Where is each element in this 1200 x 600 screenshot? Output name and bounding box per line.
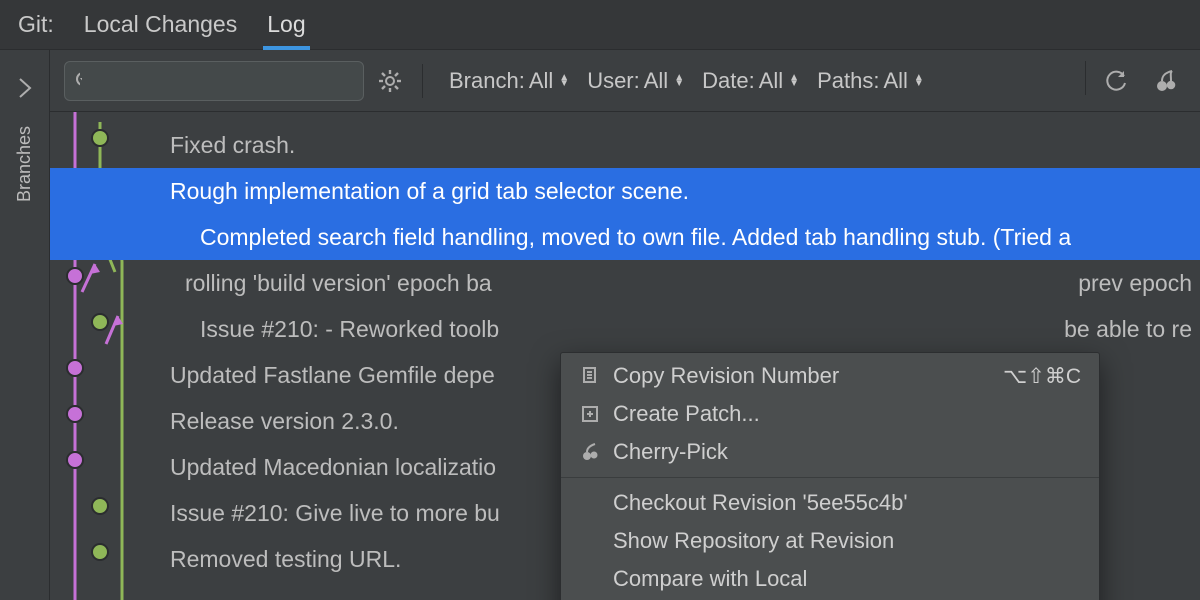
date-filter-label: Date: — [702, 68, 755, 94]
patch-icon — [579, 405, 601, 423]
vcs-tabs: Git: Local Changes Log — [0, 0, 1200, 50]
date-filter[interactable]: Date: All ▲▼ — [702, 68, 799, 94]
commit-context-menu: Copy Revision Number ⌥⇧⌘C Create Patch..… — [560, 352, 1100, 600]
paths-filter-value: All — [883, 68, 907, 94]
expand-sidebar-button[interactable] — [5, 68, 45, 108]
commit-row[interactable]: Fixed crash. — [50, 122, 1200, 168]
branch-filter[interactable]: Branch: All ▲▼ — [449, 68, 569, 94]
commit-msg: Rough implementation of a grid tab selec… — [170, 178, 689, 205]
menu-checkout-revision[interactable]: Checkout Revision '5ee55c4b' — [561, 484, 1099, 522]
menu-label: Cherry-Pick — [613, 439, 728, 465]
paths-filter[interactable]: Paths: All ▲▼ — [817, 68, 924, 94]
commit-msg: Release version 2.3.0. — [170, 408, 399, 435]
branches-sidebar-label[interactable]: Branches — [14, 126, 35, 202]
log-settings-button[interactable] — [370, 61, 410, 101]
tab-log[interactable]: Log — [267, 0, 305, 49]
commit-msg: Issue #210: Give live to more bu — [170, 500, 500, 527]
copy-icon — [579, 367, 601, 385]
git-prefix: Git: — [18, 11, 54, 38]
chevron-down-icon — [80, 76, 82, 86]
commit-tail: prev epoch — [1078, 270, 1192, 297]
menu-cherry-pick[interactable]: Cherry-Pick — [561, 433, 1099, 471]
user-filter-value: All — [644, 68, 668, 94]
commit-msg: rolling 'build version' epoch ba — [185, 270, 492, 297]
updown-icon: ▲▼ — [674, 75, 684, 87]
cherry-pick-button[interactable] — [1146, 61, 1186, 101]
refresh-icon — [1104, 69, 1128, 93]
commit-msg: Completed search field handling, moved t… — [200, 224, 1071, 251]
user-filter-label: User: — [587, 68, 640, 94]
gear-icon — [378, 69, 402, 93]
tab-local-changes[interactable]: Local Changes — [84, 0, 237, 49]
menu-separator — [561, 477, 1099, 478]
cherry-icon — [579, 443, 601, 461]
commit-msg: Updated Macedonian localizatio — [170, 454, 496, 481]
branch-filter-value: All — [529, 68, 553, 94]
commit-row[interactable]: Issue #210: - Reworked toolb be able to r… — [50, 306, 1200, 352]
commit-row[interactable]: Completed search field handling, moved t… — [50, 214, 1200, 260]
commit-msg: Updated Fastlane Gemfile depe — [170, 362, 495, 389]
separator — [422, 64, 423, 98]
menu-compare-local[interactable]: Compare with Local — [561, 560, 1099, 598]
search-input[interactable] — [88, 69, 353, 92]
refresh-button[interactable] — [1096, 61, 1136, 101]
menu-copy-revision[interactable]: Copy Revision Number ⌥⇧⌘C — [561, 357, 1099, 395]
commit-msg: Removed testing URL. — [170, 546, 401, 573]
user-filter[interactable]: User: All ▲▼ — [587, 68, 684, 94]
paths-filter-label: Paths: — [817, 68, 879, 94]
cherry-icon — [1154, 69, 1178, 93]
updown-icon: ▲▼ — [914, 75, 924, 87]
commit-msg: Issue #210: - Reworked toolb — [200, 316, 499, 343]
menu-label: Show Repository at Revision — [613, 528, 894, 554]
menu-label: Create Patch... — [613, 401, 760, 427]
date-filter-value: All — [759, 68, 783, 94]
search-input-wrapper[interactable] — [64, 61, 364, 101]
commit-tail: be able to re — [1064, 316, 1192, 343]
branch-filter-label: Branch: — [449, 68, 525, 94]
menu-shortcut: ⌥⇧⌘C — [1003, 364, 1081, 389]
commit-log: Fixed crash. Rough implementation of a g… — [50, 112, 1200, 600]
separator — [1085, 61, 1086, 95]
chevron-right-icon — [16, 77, 34, 99]
commit-row[interactable]: rolling 'build version' epoch ba prev epo… — [50, 260, 1200, 306]
commit-msg: Fixed crash. — [170, 132, 295, 159]
log-toolbar: Branch: All ▲▼ User: All ▲▼ Date: All ▲▼… — [50, 50, 1200, 112]
updown-icon: ▲▼ — [559, 75, 569, 87]
updown-icon: ▲▼ — [789, 75, 799, 87]
menu-label: Checkout Revision '5ee55c4b' — [613, 490, 908, 516]
menu-label: Compare with Local — [613, 566, 807, 592]
menu-create-patch[interactable]: Create Patch... — [561, 395, 1099, 433]
menu-label: Copy Revision Number — [613, 363, 839, 389]
commit-row[interactable]: Rough implementation of a grid tab selec… — [50, 168, 1200, 214]
menu-show-repository[interactable]: Show Repository at Revision — [561, 522, 1099, 560]
